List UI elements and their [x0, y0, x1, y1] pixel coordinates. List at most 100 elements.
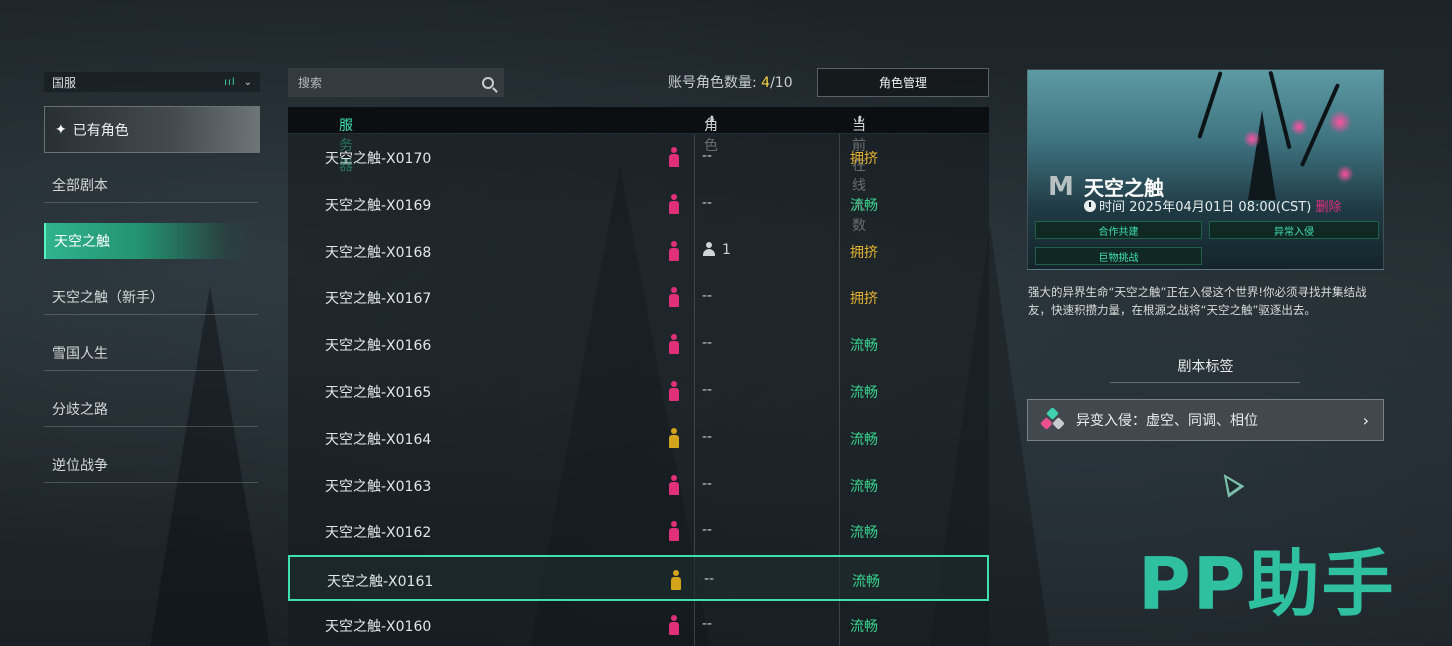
- server-row[interactable]: 天空之触-X0165 -- 流畅: [288, 368, 989, 414]
- count-current: 4: [761, 75, 771, 91]
- art-glow: [1290, 118, 1308, 136]
- nav-item-sky-touch[interactable]: 天空之触: [44, 223, 258, 259]
- search-placeholder: 搜索: [298, 76, 323, 90]
- art-glow: [1328, 110, 1352, 134]
- server-status: 拥挤: [850, 244, 878, 261]
- character-count-value: --: [702, 194, 713, 211]
- server-name: 天空之触-X0160: [325, 619, 432, 635]
- character-figure-icon: [668, 474, 680, 495]
- character-count: --: [702, 522, 712, 538]
- cursor-icon: [1215, 468, 1245, 498]
- server-row[interactable]: 天空之触-X0162 -- 流畅: [288, 508, 989, 554]
- tag-giant-challenge[interactable]: 巨物挑战: [1035, 247, 1202, 265]
- region-selector[interactable]: 国服 ııl ⌄: [44, 72, 260, 92]
- server-row[interactable]: 天空之触-X0170 -- 拥挤: [288, 134, 989, 180]
- server-row[interactable]: 天空之触-X0167 -- 拥挤: [288, 274, 989, 320]
- character-count: --: [702, 288, 712, 304]
- butterfly-icon: ✦: [55, 121, 67, 138]
- server-status: 流畅: [850, 431, 878, 448]
- server-name: 天空之触-X0167: [325, 291, 432, 308]
- watermark-logo: PP助手: [1138, 542, 1396, 626]
- sort-icon: ⬍: [708, 115, 716, 125]
- character-figure-icon: [668, 147, 680, 167]
- nav-label: 雪国人生: [52, 345, 108, 362]
- server-status: 拥挤: [850, 151, 878, 167]
- character-figure-icon: [668, 615, 680, 635]
- nav-item-reverse-war[interactable]: 逆位战争: [44, 447, 258, 483]
- character-figure-icon: [668, 427, 680, 448]
- time-text: 时间 2025年04月01日 08:00(CST): [1099, 200, 1312, 215]
- character-count: --: [702, 382, 712, 398]
- server-row[interactable]: 天空之触-X0163 -- 流畅: [288, 462, 989, 508]
- search-icon[interactable]: [482, 76, 494, 89]
- scenario-tags-title: 剧本标签: [1177, 359, 1234, 375]
- server-name: 天空之触-X0168: [325, 244, 432, 261]
- server-row[interactable]: 天空之触-X0161 -- 流畅: [288, 555, 989, 602]
- tag-invasion[interactable]: 异常入侵: [1209, 221, 1379, 239]
- chevron-right-icon: ›: [1362, 410, 1369, 430]
- scenario-logo: M: [1048, 172, 1074, 202]
- server-name: 天空之触-X0170: [325, 151, 432, 167]
- character-count: --: [702, 195, 712, 211]
- chevron-down-icon: ⌄: [243, 76, 252, 88]
- character-count-value: --: [702, 148, 713, 164]
- character-figure-icon: [668, 287, 680, 308]
- character-count: --: [702, 429, 712, 445]
- server-row[interactable]: 天空之触-X0166 -- 流畅: [288, 321, 989, 367]
- tag-cooperation[interactable]: 合作共建: [1035, 221, 1202, 239]
- mutation-tag-label: 异变入侵：虚空、同调、相位: [1076, 413, 1258, 429]
- nav-item-snow-country[interactable]: 雪国人生: [44, 335, 258, 371]
- character-figure-icon: [668, 240, 680, 261]
- nav-item-divergent-road[interactable]: 分歧之路: [44, 391, 258, 427]
- mutation-tag-button[interactable]: 异变入侵：虚空、同调、相位 ›: [1027, 399, 1384, 441]
- server-status: 流畅: [850, 385, 878, 401]
- character-count: --: [702, 148, 712, 164]
- character-count: 1: [702, 241, 731, 258]
- account-character-count: 账号角色数量: 4/10: [668, 72, 793, 92]
- nav-item-all[interactable]: 全部剧本: [44, 167, 258, 203]
- nav-label: 天空之触（新手）: [52, 289, 164, 306]
- server-name: 天空之触-X0161: [327, 574, 434, 591]
- server-status: 流畅: [850, 197, 878, 214]
- server-name: 天空之触-X0163: [325, 478, 432, 495]
- character-count-value: 1: [722, 241, 731, 258]
- character-count-value: --: [702, 335, 713, 352]
- character-count-value: --: [704, 571, 715, 588]
- server-status: 流畅: [850, 525, 878, 542]
- nav-label: 天空之触: [54, 234, 110, 250]
- character-count: --: [702, 616, 712, 632]
- scenario-card: M 天空之触 时间 2025年04月01日 08:00(CST) 删除 合作共建…: [1027, 69, 1384, 270]
- nav-item-sky-touch-novice[interactable]: 天空之触（新手）: [44, 279, 258, 315]
- search-input[interactable]: 搜索: [288, 68, 504, 97]
- server-row[interactable]: 天空之触-X0160 -- 流畅: [288, 602, 989, 646]
- server-name: 天空之触-X0164: [325, 431, 432, 448]
- character-figure-icon: [670, 570, 682, 591]
- character-figure-icon: [668, 193, 680, 214]
- server-list: 天空之触-X0170 -- 拥挤 天空之触-X0169 -- 流畅 天空之触-X0168 1 拥…: [288, 134, 989, 646]
- character-count: --: [702, 476, 712, 492]
- nav-label: 全部剧本: [52, 177, 108, 194]
- server-row[interactable]: 天空之触-X0164 -- 流畅: [288, 415, 989, 461]
- nav-label: 分歧之路: [52, 401, 108, 418]
- character-management-button[interactable]: 角色管理: [817, 68, 989, 97]
- count-prefix: 账号角色数量:: [668, 75, 762, 91]
- character-count-value: --: [702, 288, 713, 305]
- nav-label: 逆位战争: [52, 457, 108, 474]
- region-label: 国服: [52, 75, 77, 90]
- character-count: --: [702, 335, 712, 351]
- server-status: 流畅: [852, 574, 880, 591]
- sort-down-icon: ⌄: [343, 115, 351, 125]
- server-row[interactable]: 天空之触-X0169 -- 流畅: [288, 181, 989, 227]
- character-figure-icon: [668, 381, 680, 401]
- sort-icon: ⬍: [856, 115, 864, 125]
- owned-characters-button[interactable]: ✦ 已有角色: [44, 106, 260, 153]
- character-count-value: --: [702, 522, 713, 539]
- art-glow: [1336, 165, 1354, 183]
- server-row[interactable]: 天空之触-X0168 1 拥挤: [288, 228, 989, 274]
- character-figure-icon: [668, 521, 680, 542]
- character-figure-icon: [668, 334, 680, 355]
- character-count-value: --: [702, 382, 713, 398]
- server-name: 天空之触-X0165: [325, 385, 432, 401]
- scenario-time: 时间 2025年04月01日 08:00(CST) 删除: [1084, 196, 1341, 215]
- character-count-value: --: [702, 475, 713, 492]
